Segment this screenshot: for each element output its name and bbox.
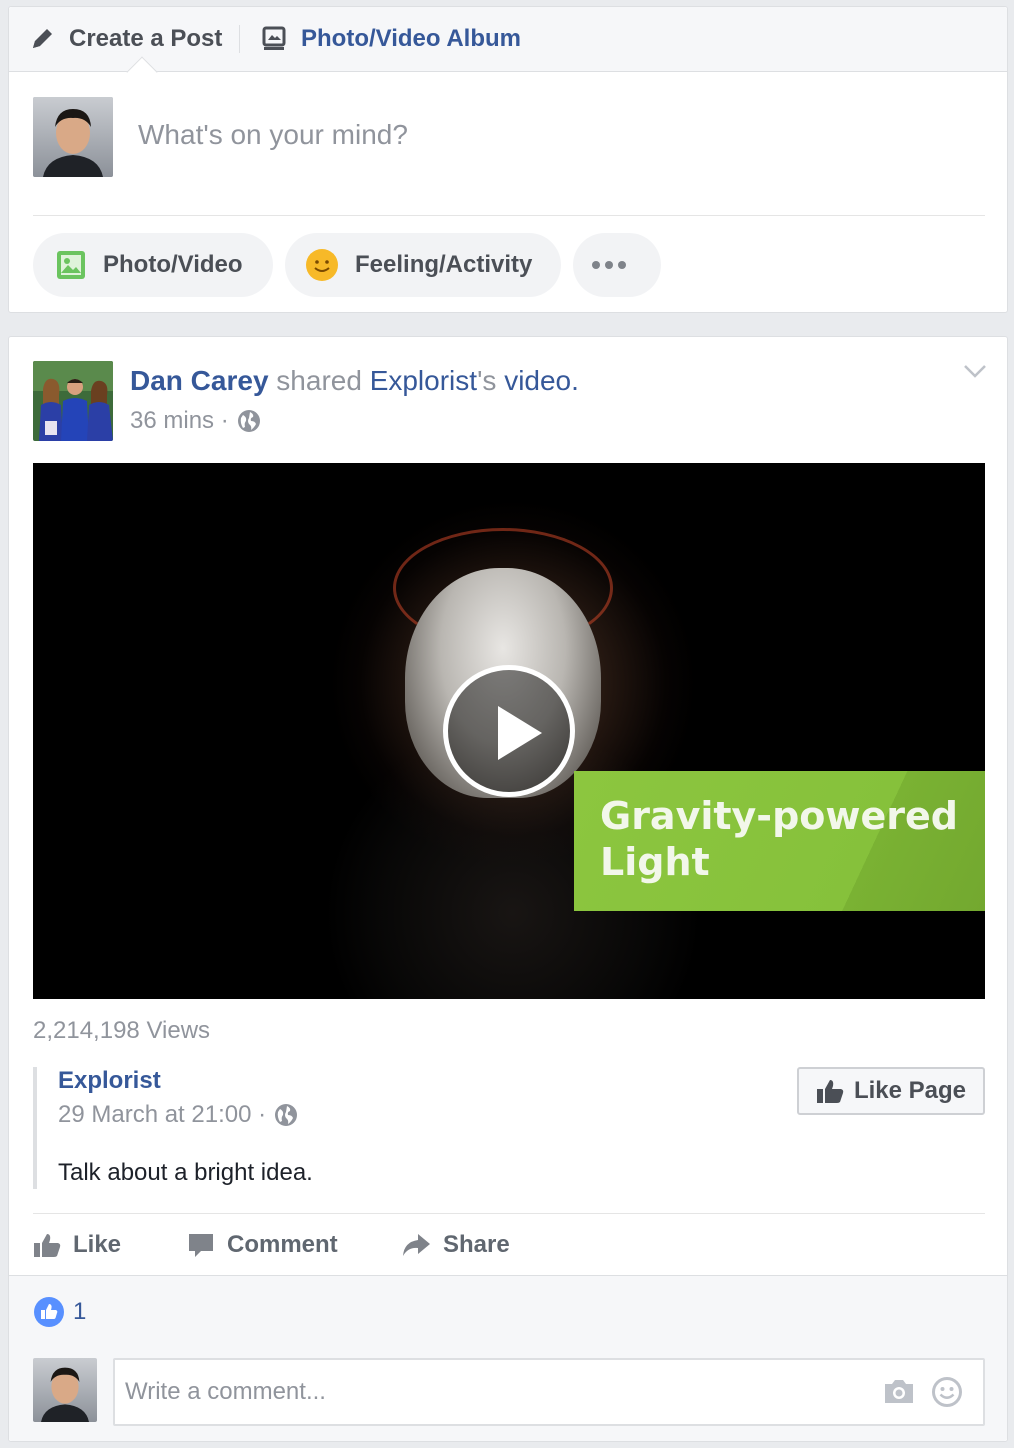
photo-video-button[interactable]: Photo/Video xyxy=(33,233,273,297)
shared-time[interactable]: 29 March at 21:00 · xyxy=(58,1101,266,1129)
tab-photo-album[interactable]: Photo/Video Album xyxy=(261,7,521,71)
play-button-icon[interactable] xyxy=(443,665,575,797)
shared-meta: 29 March at 21:00 · xyxy=(58,1101,298,1129)
like-label: Like xyxy=(73,1231,122,1258)
camera-icon[interactable] xyxy=(883,1377,915,1405)
album-icon xyxy=(262,26,286,50)
reactions-summary[interactable]: 1 xyxy=(33,1296,86,1328)
video-caption: Gravity-powered Light xyxy=(600,793,958,885)
globe-icon[interactable] xyxy=(274,1103,298,1127)
commenter-avatar[interactable] xyxy=(33,1358,97,1422)
share-label: Share xyxy=(443,1231,510,1258)
share-arrow-icon xyxy=(403,1234,430,1256)
author-link[interactable]: Dan Carey xyxy=(130,365,269,396)
divider xyxy=(33,1213,985,1214)
comment-button[interactable]: Comment xyxy=(187,1225,338,1265)
status-input[interactable]: What's on your mind? xyxy=(138,119,408,151)
reactions-count: 1 xyxy=(73,1298,87,1325)
video-player[interactable]: Gravity-powered Light xyxy=(33,463,985,999)
tab-album-label: Photo/Video Album xyxy=(301,25,521,52)
author-avatar[interactable] xyxy=(33,361,113,441)
photo-video-label: Photo/Video xyxy=(103,251,243,278)
possessive: 's xyxy=(477,365,505,396)
divider xyxy=(33,215,985,216)
share-button[interactable]: Share xyxy=(401,1225,510,1265)
globe-icon[interactable] xyxy=(237,409,261,433)
shared-text: Talk about a bright idea. xyxy=(58,1159,313,1186)
smiley-icon xyxy=(306,249,338,281)
feeling-activity-button[interactable]: Feeling/Activity xyxy=(285,233,561,297)
post-time[interactable]: 36 mins · xyxy=(130,407,229,435)
thumbs-up-icon xyxy=(816,1080,844,1103)
composer-card: Create a Post Photo/Video Album What's o… xyxy=(8,6,1008,313)
comment-input[interactable] xyxy=(115,1360,855,1424)
photo-icon xyxy=(57,251,85,279)
like-page-button[interactable]: Like Page xyxy=(797,1067,985,1115)
video-link[interactable]: video xyxy=(504,365,571,396)
more-options-button[interactable] xyxy=(573,233,661,297)
video-caption-banner: Gravity-powered Light xyxy=(574,771,985,911)
post-header: Dan Carey shared Explorist's video. xyxy=(130,365,579,397)
post-footer: 1 xyxy=(9,1275,1007,1441)
shared-verb: shared xyxy=(268,365,370,396)
emoji-icon[interactable] xyxy=(931,1376,963,1408)
post-options-chevron-icon[interactable] xyxy=(963,363,987,384)
page-link[interactable]: Explorist xyxy=(370,365,477,396)
like-page-label: Like Page xyxy=(853,1077,967,1104)
view-count: 2,214,198 Views xyxy=(33,1017,211,1044)
tab-create-post[interactable]: Create a Post xyxy=(29,7,222,71)
period: . xyxy=(571,365,579,396)
like-reaction-icon xyxy=(34,1297,64,1327)
video-caption-line-1: Gravity-powered xyxy=(600,794,958,838)
thumbs-up-icon xyxy=(34,1234,61,1257)
tab-divider xyxy=(239,25,240,53)
pencil-icon xyxy=(33,29,52,48)
tab-create-label: Create a Post xyxy=(69,25,223,52)
feed-post: Dan Carey shared Explorist's video. 36 m… xyxy=(8,336,1008,1442)
user-avatar[interactable] xyxy=(33,97,113,177)
feeling-label: Feeling/Activity xyxy=(355,251,533,278)
comment-label: Comment xyxy=(227,1231,338,1258)
comment-box xyxy=(113,1358,985,1426)
video-caption-line-2: Light xyxy=(600,840,710,884)
post-meta: 36 mins · xyxy=(130,407,261,435)
shared-page-name[interactable]: Explorist xyxy=(58,1067,161,1095)
ellipsis-icon xyxy=(592,261,626,269)
shared-attachment: Explorist 29 March at 21:00 · Talk about… xyxy=(33,1067,985,1189)
like-button[interactable]: Like xyxy=(33,1225,121,1265)
comment-bubble-icon xyxy=(189,1234,213,1257)
composer-tabs: Create a Post Photo/Video Album xyxy=(9,7,1007,88)
